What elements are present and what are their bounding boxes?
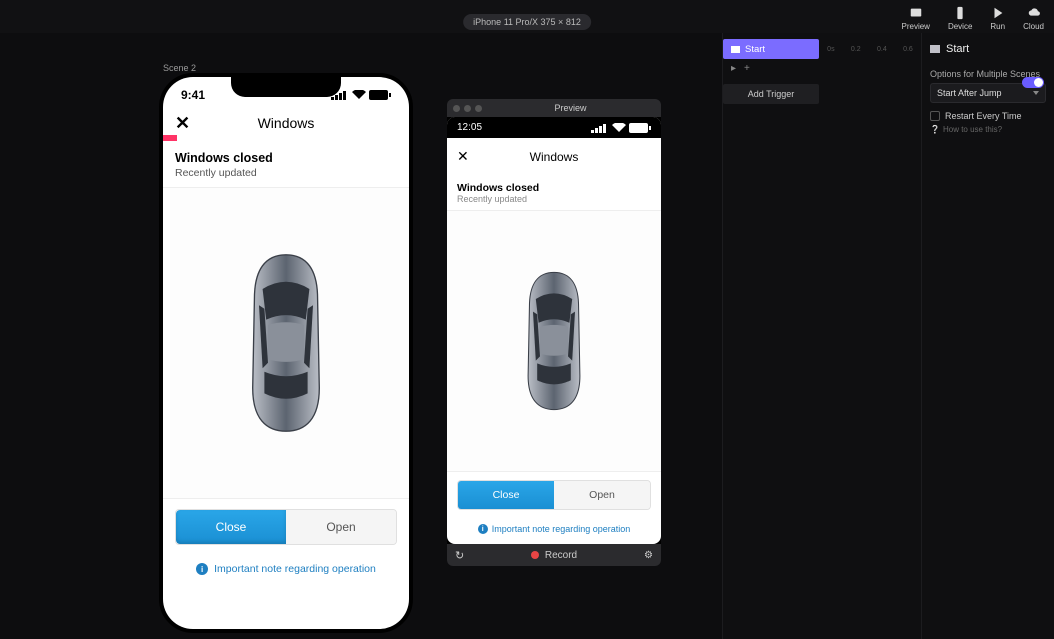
design-selection-marker <box>163 135 177 141</box>
canvas[interactable]: Scene 2 9:41 ✕ Windows Windows closed Re… <box>0 33 722 639</box>
action-bar: Close Open <box>163 498 409 555</box>
preview-icon <box>909 6 923 20</box>
design-device-frame[interactable]: 9:41 ✕ Windows Windows closed Recently u… <box>159 73 413 633</box>
refresh-icon[interactable]: ↻ <box>455 549 464 562</box>
open-button[interactable]: Open <box>286 510 396 544</box>
cloud-button[interactable]: Cloud <box>1023 6 1044 31</box>
window-traffic-lights[interactable] <box>453 105 482 112</box>
cloud-icon <box>1027 6 1041 20</box>
flag-icon <box>731 46 740 53</box>
status-caption: Recently updated <box>175 167 397 179</box>
timeline-ruler: 0s 0.2 0.4 0.6 <box>819 46 921 53</box>
preview-status-caption: Recently updated <box>457 194 651 204</box>
preview-status-bar: 12:05 <box>447 117 661 138</box>
preview-info-note[interactable]: i Important note regarding operation <box>447 518 661 544</box>
preview-action-bar: Close Open <box>447 471 661 518</box>
info-icon: i <box>478 524 488 534</box>
collapse-icon[interactable]: ▸ <box>731 63 736 74</box>
signal-icon <box>591 123 609 133</box>
scenes-panel[interactable]: Start 0s 0.2 0.4 0.6 ▸ + Add Trigger <box>722 33 922 639</box>
preview-button[interactable]: Preview <box>902 6 930 31</box>
screen-header: ✕ Windows <box>163 107 409 141</box>
preview-status-heading: Windows closed <box>457 182 651 194</box>
scene-enable-toggle[interactable] <box>1022 77 1044 88</box>
record-button[interactable]: Record <box>545 550 577 561</box>
preview-status-time: 12:05 <box>457 122 482 133</box>
preview-window[interactable]: Preview 12:05 ✕ Windows Windows close <box>447 99 661 566</box>
status-heading: Windows closed <box>175 151 397 165</box>
top-bar: iPhone 11 Pro/X 375 × 812 Preview Device… <box>0 0 1054 33</box>
device-size-chip[interactable]: iPhone 11 Pro/X 375 × 812 <box>463 14 591 30</box>
inspector-title: Start <box>946 43 969 55</box>
add-scene-icon[interactable]: + <box>744 63 750 74</box>
close-icon[interactable]: ✕ <box>175 113 190 134</box>
preview-title: Preview <box>486 103 655 113</box>
close-button[interactable]: Close <box>458 481 554 509</box>
add-trigger-button[interactable]: Add Trigger <box>723 84 819 104</box>
status-time: 9:41 <box>181 88 205 102</box>
preview-screen-title: Windows <box>530 150 579 164</box>
status-section: Windows closed Recently updated <box>163 141 409 188</box>
device-button[interactable]: Device <box>948 6 972 31</box>
help-icon: ❔ <box>930 125 940 134</box>
close-icon[interactable]: ✕ <box>457 148 469 165</box>
preview-header: ✕ Windows <box>447 138 661 176</box>
car-top-icon <box>519 271 589 411</box>
preview-record-bar: ↻ Record ⚙ <box>447 544 661 566</box>
restart-every-time-checkbox[interactable]: Restart Every Time <box>930 111 1046 121</box>
wifi-icon <box>612 123 626 133</box>
play-icon <box>991 6 1005 20</box>
wifi-icon <box>352 90 366 100</box>
battery-icon <box>629 123 651 133</box>
help-link[interactable]: ❔ How to use this? <box>930 125 1046 134</box>
open-button[interactable]: Open <box>554 481 650 509</box>
car-top-icon <box>241 253 331 433</box>
scene-start-block[interactable]: Start <box>723 39 819 59</box>
car-illustration <box>163 188 409 498</box>
battery-icon <box>369 90 391 100</box>
preview-car-illustration <box>447 211 661 471</box>
right-pane: Start 0s 0.2 0.4 0.6 ▸ + Add Trigger Sta… <box>722 33 1054 639</box>
settings-icon[interactable]: ⚙ <box>644 550 653 561</box>
flag-icon <box>930 45 940 53</box>
scene-label: Scene 2 <box>163 63 196 73</box>
preview-status-section: Windows closed Recently updated <box>447 176 661 211</box>
preview-titlebar[interactable]: Preview <box>447 99 661 117</box>
run-button[interactable]: Run <box>990 6 1005 31</box>
record-dot-icon <box>531 551 539 559</box>
device-icon <box>953 6 967 20</box>
device-notch <box>231 77 341 97</box>
inspector-panel: Start Options for Multiple Scenes Start … <box>922 33 1054 639</box>
close-button[interactable]: Close <box>176 510 286 544</box>
chevron-down-icon <box>1033 91 1039 95</box>
screen-title: Windows <box>258 115 315 131</box>
info-icon: i <box>196 563 208 575</box>
inspector-header: Start <box>930 39 1046 63</box>
info-note[interactable]: i Important note regarding operation <box>163 555 409 589</box>
